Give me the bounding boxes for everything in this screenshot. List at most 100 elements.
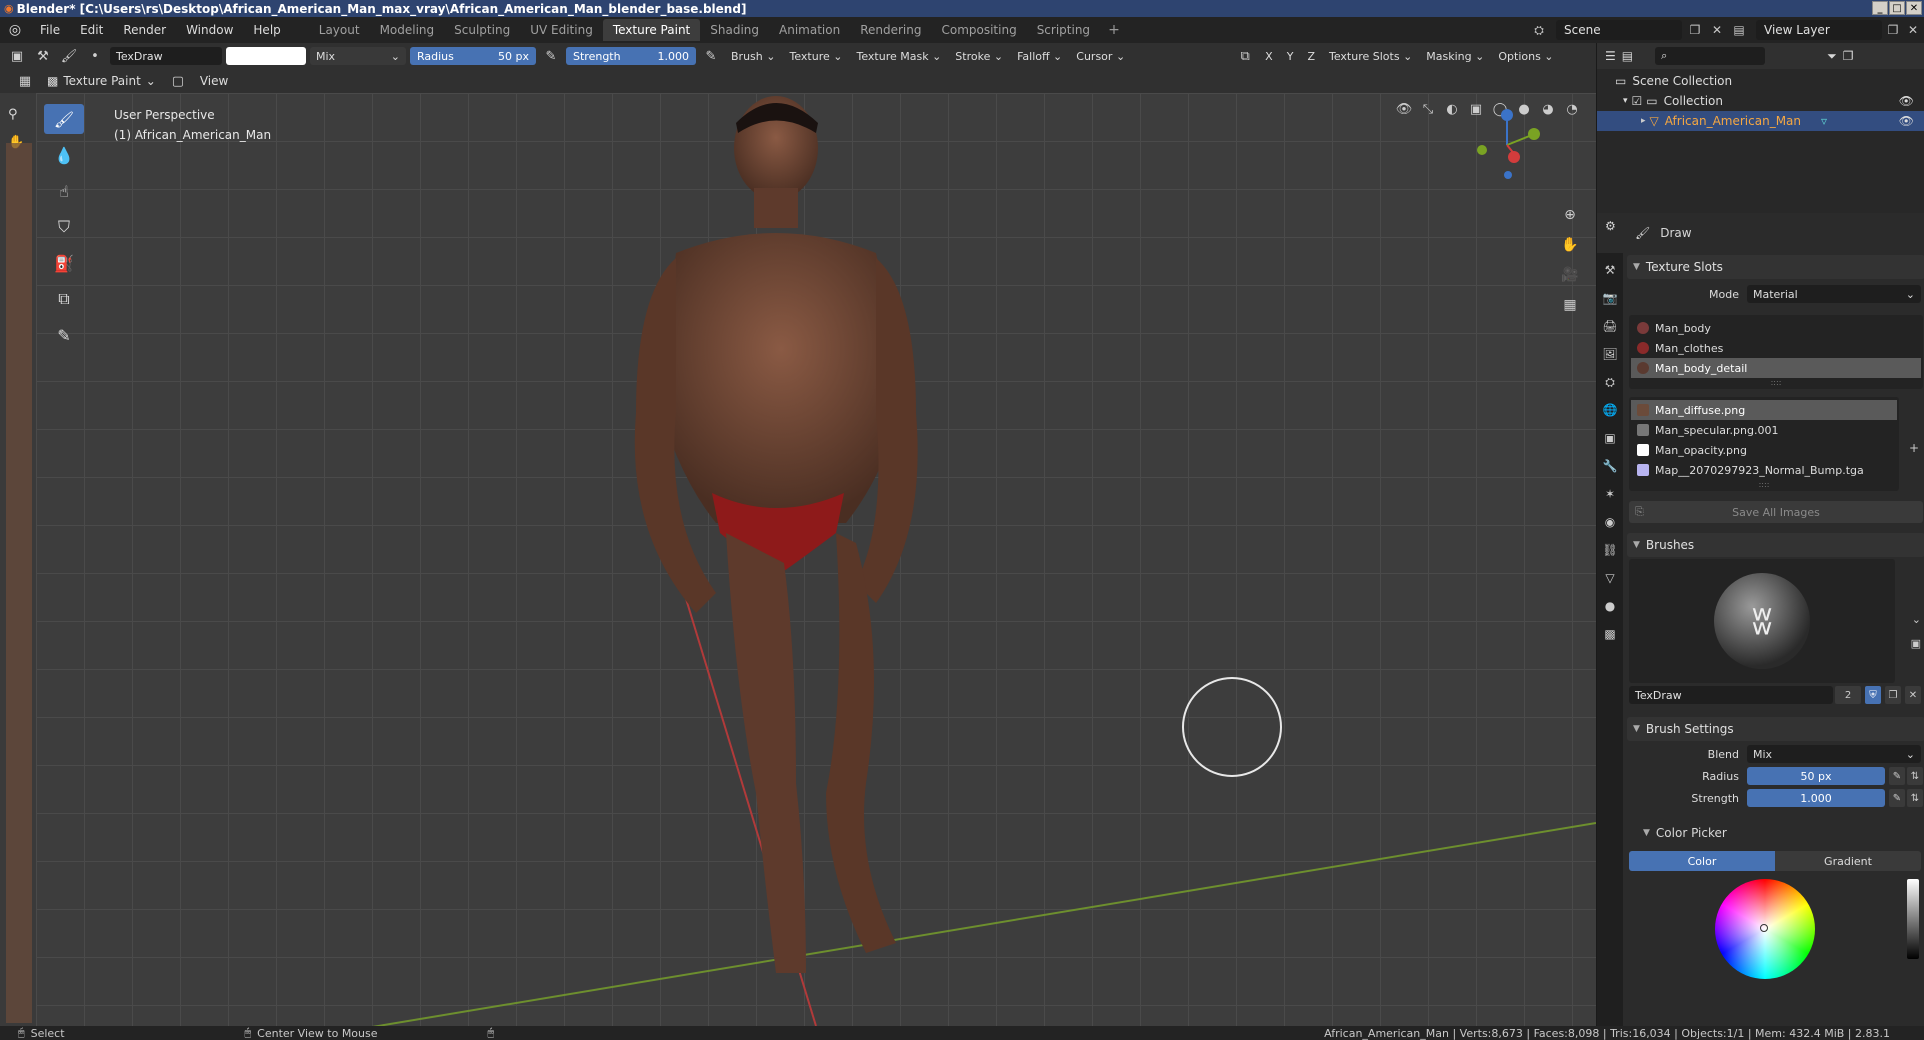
list-item[interactable]: Man_clothes <box>1631 338 1921 358</box>
unlink-brush-icon[interactable]: ✕ <box>1905 686 1921 704</box>
mesh-data-icon[interactable]: ▿ <box>1821 114 1827 128</box>
view-layer-tab-icon[interactable]: 🖼 <box>1599 343 1621 365</box>
menu-stroke[interactable]: Stroke ⌄ <box>950 46 1008 66</box>
properties-editor-icon[interactable]: ⚙ <box>1605 219 1616 233</box>
tab-sculpting[interactable]: Sculpting <box>444 19 520 41</box>
eye-icon[interactable]: 👁 <box>1899 114 1914 128</box>
texture-slots-panel-header[interactable]: ▼ Texture Slots <box>1627 255 1924 279</box>
ortho-toggle-icon[interactable]: ▦ <box>1558 293 1582 317</box>
add-workspace-icon[interactable]: + <box>1100 22 1128 38</box>
brush-users-count[interactable]: 2 <box>1835 686 1861 704</box>
eye-icon[interactable]: 👁 <box>1899 94 1914 108</box>
tab-gradient[interactable]: Gradient <box>1775 851 1921 871</box>
rendered-shading-icon[interactable]: ◔ <box>1562 99 1582 119</box>
symmetry-icon[interactable]: ⧉ <box>1234 46 1256 66</box>
tool-settings-icon[interactable]: ⚒ <box>32 46 54 66</box>
tab-texture-paint[interactable]: Texture Paint <box>602 19 701 41</box>
tab-compositing[interactable]: Compositing <box>931 19 1026 41</box>
brush-preview[interactable]: ʬ <box>1629 559 1895 683</box>
constraints-tab-icon[interactable]: ⛓ <box>1599 539 1621 561</box>
outliner-scene-collection[interactable]: ▭ Scene Collection <box>1597 71 1924 91</box>
list-item[interactable]: Map__2070297923_Normal_Bump.tga <box>1631 460 1897 480</box>
data-tab-icon[interactable]: ▽ <box>1599 567 1621 589</box>
axis-z-toggle[interactable]: Z <box>1302 46 1320 66</box>
modifier-tab-icon[interactable]: 🔧 <box>1599 455 1621 477</box>
strength-unit-icon[interactable]: ⇅ <box>1907 789 1923 807</box>
brush-list-chevron-icon[interactable]: ⌄ <box>1912 613 1921 626</box>
menu-texture-slots[interactable]: Texture Slots ⌄ <box>1324 46 1417 66</box>
brush-name-field[interactable]: TexDraw <box>110 47 222 65</box>
list-item[interactable]: Man_body_detail <box>1631 358 1921 378</box>
outliner-editor-icon[interactable]: ☰ <box>1605 49 1616 63</box>
checkbox-icon[interactable]: ☑ <box>1632 94 1643 108</box>
strength-pressure-icon[interactable]: ✎ <box>700 46 722 66</box>
mode-dropdown[interactable]: ▩ Texture Paint ⌄ <box>42 71 161 91</box>
radius-unit-icon[interactable]: ⇅ <box>1907 767 1923 785</box>
blend-dropdown[interactable]: Mix ⌄ <box>310 47 406 65</box>
menu-masking[interactable]: Masking ⌄ <box>1421 46 1489 66</box>
tab-layout[interactable]: Layout <box>309 19 370 41</box>
tab-scripting[interactable]: Scripting <box>1027 19 1100 41</box>
render-tab-icon[interactable]: 📷 <box>1599 287 1621 309</box>
menu-brush[interactable]: Brush ⌄ <box>726 46 780 66</box>
blend-dropdown[interactable]: Mix ⌄ <box>1747 745 1921 763</box>
navigation-gizmo[interactable] <box>1462 105 1552 185</box>
color-wheel-cursor[interactable] <box>1760 924 1768 932</box>
menu-render[interactable]: Render <box>113 20 176 40</box>
add-texture-slot-icon[interactable]: + <box>1909 441 1919 455</box>
filter-icon[interactable]: ⏷ <box>1827 49 1837 64</box>
menu-texture-mask[interactable]: Texture Mask ⌄ <box>851 46 946 66</box>
material-tab-icon[interactable]: ● <box>1599 595 1621 617</box>
tab-animation[interactable]: Animation <box>769 19 850 41</box>
tool-smear-button[interactable]: ☝ <box>44 176 84 206</box>
strength-pressure-icon[interactable]: ✎ <box>1889 789 1905 807</box>
blender-menu-icon[interactable]: ◎ <box>0 22 30 38</box>
overlay-icon[interactable]: ◐ <box>1442 99 1462 119</box>
menu-file[interactable]: File <box>30 20 70 40</box>
outliner-collection[interactable]: ▾ ☑ ▭ Collection 👁 <box>1597 91 1924 111</box>
output-tab-icon[interactable]: 🖨 <box>1599 315 1621 337</box>
tool-mask-button[interactable]: ⧉ <box>44 284 84 314</box>
radius-slider[interactable]: Radius 50 px <box>410 47 536 65</box>
visibility-icon[interactable]: 👁 <box>1394 99 1414 119</box>
brush-icon[interactable]: 🖌 <box>58 46 80 66</box>
mode-dropdown[interactable]: Material ⌄ <box>1747 285 1921 303</box>
brush-name-field[interactable]: TexDraw <box>1629 686 1833 704</box>
save-all-images-button[interactable]: ⎘ Save All Images <box>1629 501 1923 523</box>
minimize-button[interactable]: _ <box>1872 1 1888 15</box>
fake-user-shield-icon[interactable]: ⛨ <box>1865 686 1881 704</box>
tool-annotate-button[interactable]: ✎ <box>44 320 84 350</box>
menu-cursor[interactable]: Cursor ⌄ <box>1071 46 1130 66</box>
menu-texture[interactable]: Texture ⌄ <box>784 46 847 66</box>
zoom-icon[interactable]: ⚲ <box>8 107 26 125</box>
tab-shading[interactable]: Shading <box>700 19 769 41</box>
view-layer-browse-icon[interactable]: ▤ <box>1730 21 1748 39</box>
new-scene-icon[interactable]: ❐ <box>1686 21 1704 39</box>
texture-tab-icon[interactable]: ▩ <box>1599 623 1621 645</box>
world-tab-icon[interactable]: 🌐 <box>1599 399 1621 421</box>
tab-color[interactable]: Color <box>1629 851 1775 871</box>
menu-window[interactable]: Window <box>176 20 243 40</box>
list-item[interactable]: Man_opacity.png <box>1631 440 1897 460</box>
strength-slider[interactable]: 1.000 <box>1747 789 1885 807</box>
color-wheel[interactable] <box>1715 879 1815 979</box>
zoom-view-icon[interactable]: ⊕ <box>1558 203 1582 227</box>
menu-options[interactable]: Options ⌄ <box>1493 46 1558 66</box>
menu-falloff[interactable]: Falloff ⌄ <box>1012 46 1067 66</box>
physics-tab-icon[interactable]: ◉ <box>1599 511 1621 533</box>
object-tab-icon[interactable]: ▣ <box>1599 427 1621 449</box>
new-collection-icon[interactable]: ❐ <box>1843 49 1854 63</box>
tool-tab-icon[interactable]: ⚒ <box>1599 259 1621 281</box>
duplicate-brush-icon[interactable]: ❐ <box>1885 686 1901 704</box>
close-button[interactable]: ✕ <box>1906 1 1922 15</box>
axis-y-toggle[interactable]: Y <box>1282 46 1299 66</box>
tool-fill-button[interactable]: ⛽ <box>44 248 84 278</box>
radius-pressure-icon[interactable]: ✎ <box>1889 767 1905 785</box>
value-slider[interactable] <box>1907 879 1919 959</box>
scene-name-field[interactable]: Scene <box>1556 20 1682 40</box>
outliner-search-input[interactable]: ⌕ <box>1655 47 1766 65</box>
brush-color-swatch[interactable] <box>226 47 306 65</box>
tool-clone-button[interactable]: ⛉ <box>44 212 84 242</box>
resize-handle[interactable]: :::: <box>1631 480 1897 489</box>
brushes-panel-header[interactable]: ▼ Brushes <box>1627 533 1924 557</box>
